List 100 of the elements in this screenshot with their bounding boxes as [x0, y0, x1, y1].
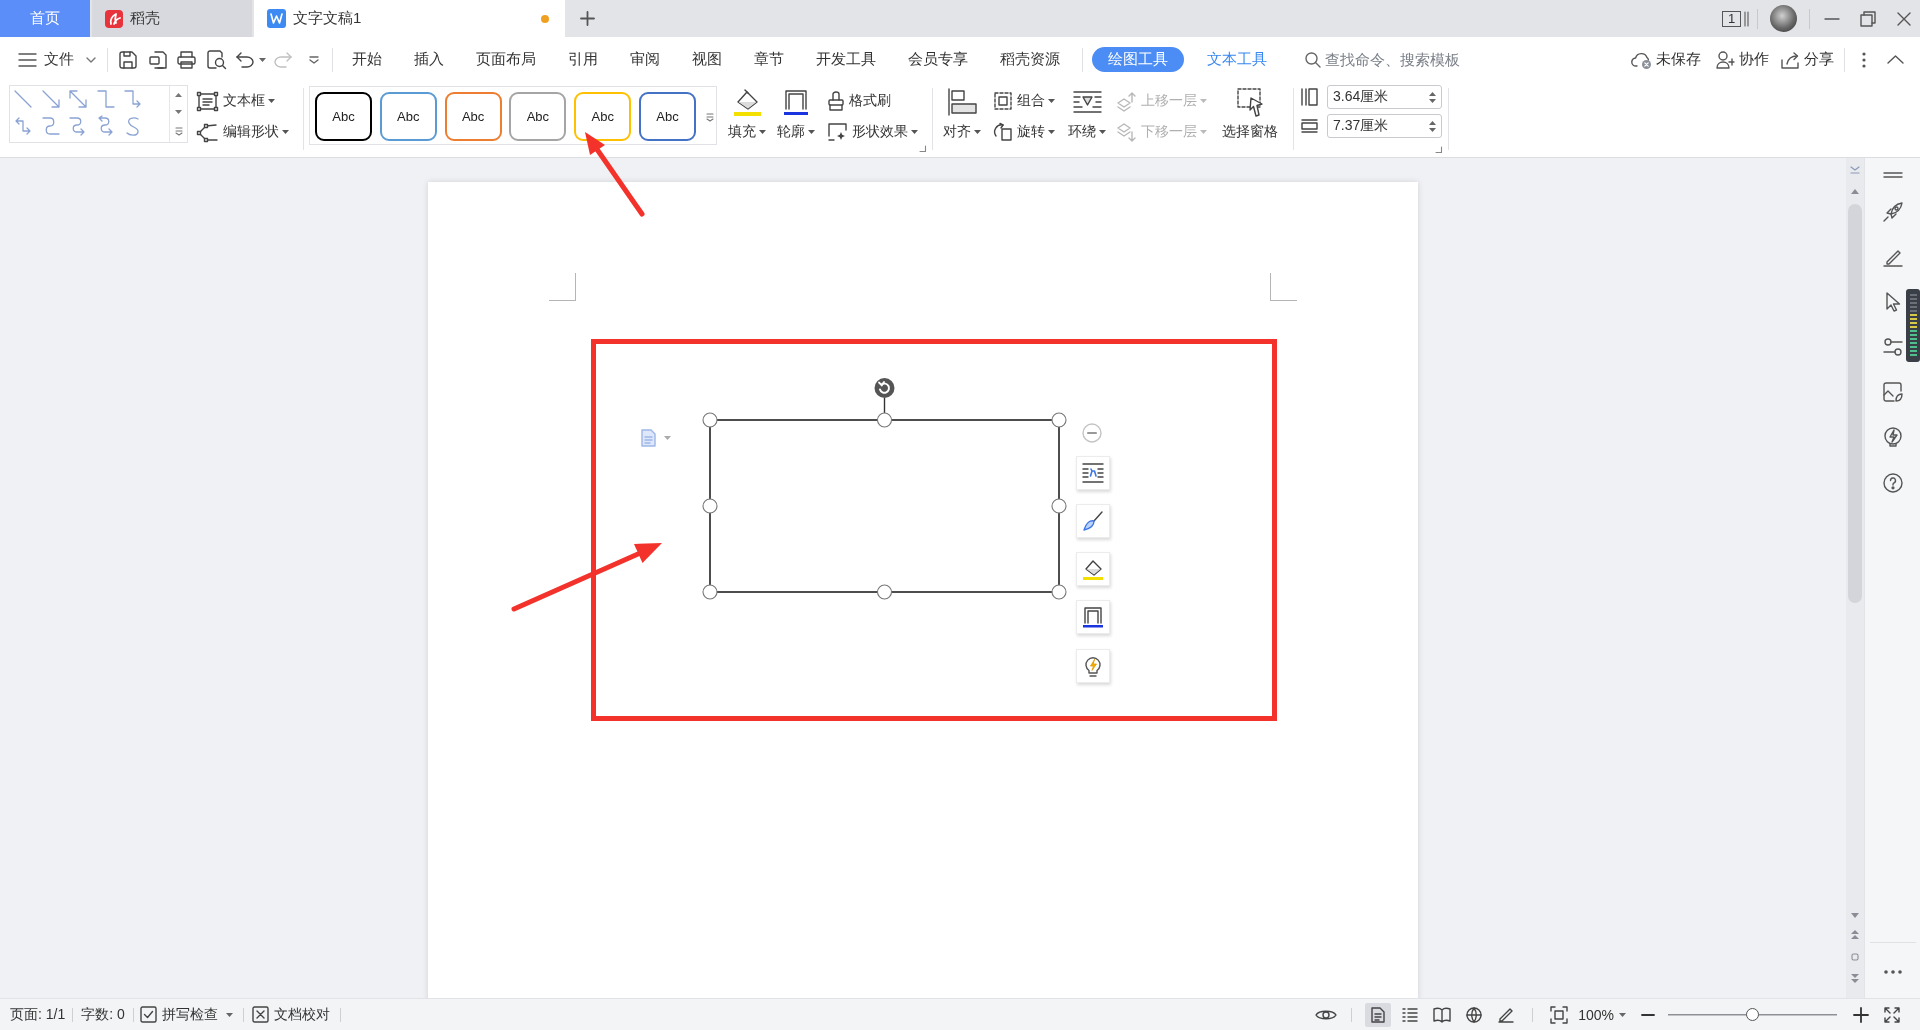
ribbon-tab[interactable]: 会员专享	[892, 45, 984, 74]
shape-style-button[interactable]: Abc	[444, 92, 502, 141]
chevron-bar-icon[interactable]	[1850, 166, 1860, 174]
double-up-arrow-icon[interactable]	[1851, 930, 1859, 939]
save-icon[interactable]	[119, 50, 137, 69]
smart-tools-button[interactable]	[1076, 649, 1110, 683]
rectangle-shape[interactable]	[709, 419, 1060, 593]
more-horizontal-icon[interactable]	[1882, 970, 1903, 974]
undo-icon[interactable]	[236, 51, 254, 68]
small-square-icon[interactable]	[1851, 953, 1859, 961]
shape-style-button[interactable]: Abc	[574, 92, 632, 141]
rocket-icon[interactable]	[1882, 202, 1903, 222]
fit-page-icon[interactable]	[1550, 1005, 1569, 1024]
freeform-curve-icon[interactable]	[124, 117, 142, 135]
ribbon-tab[interactable]: 视图	[676, 45, 738, 74]
resize-handle[interactable]	[702, 584, 718, 600]
resize-handle[interactable]	[876, 412, 893, 428]
spinner-arrows-icon[interactable]	[1429, 119, 1436, 133]
ribbon-tab[interactable]: 插入	[398, 45, 460, 74]
shape-style-button[interactable]: Abc	[379, 92, 437, 141]
format-painter-button[interactable]: 格式刷	[828, 90, 918, 112]
zoom-level-button[interactable]: 100%	[1578, 1006, 1626, 1023]
save-status-button[interactable]: 未保存	[1631, 50, 1701, 69]
arrow-line-icon[interactable]	[41, 90, 60, 108]
scroll-down-icon[interactable]	[175, 110, 182, 114]
page-view-button[interactable]	[1365, 1002, 1392, 1027]
line-icon[interactable]	[14, 90, 32, 108]
rotate-handle[interactable]	[874, 378, 895, 414]
curved-connector-icon[interactable]	[41, 117, 60, 135]
ribbon-tab[interactable]: 审阅	[614, 45, 676, 74]
help-icon[interactable]	[1882, 473, 1903, 493]
ribbon-tab[interactable]: 页面布局	[460, 45, 552, 74]
vertical-scrollbar[interactable]	[1846, 158, 1864, 998]
shape-style-button[interactable]: Abc	[315, 92, 372, 141]
height-field[interactable]: 3.64厘米	[1327, 85, 1442, 109]
ribbon-tab[interactable]: 稻壳资源	[984, 45, 1076, 74]
scroll-down-icon[interactable]	[1851, 913, 1859, 918]
fullscreen-icon[interactable]	[1884, 1006, 1900, 1023]
elbow-arrow-icon[interactable]	[124, 90, 142, 108]
export-document-icon[interactable]	[149, 50, 167, 69]
restore-icon[interactable]	[1860, 10, 1876, 27]
bolt-bulb-icon[interactable]	[1882, 427, 1903, 447]
cursor-icon[interactable]	[1884, 292, 1901, 312]
shape-style-button[interactable]: Abc	[639, 92, 696, 141]
more-vertical-icon[interactable]	[1862, 51, 1866, 68]
resize-handle[interactable]	[1051, 412, 1067, 428]
curved-double-arrow-icon[interactable]	[96, 117, 115, 135]
dialog-launcher-icon[interactable]	[920, 146, 926, 152]
spinner-arrows-icon[interactable]	[1429, 90, 1436, 104]
level-meter-icon[interactable]	[1906, 289, 1920, 362]
user-avatar[interactable]	[1770, 5, 1797, 32]
edit-shape-button[interactable]: 编辑形状	[197, 121, 289, 143]
new-tab-icon[interactable]	[580, 11, 595, 26]
resize-handle[interactable]	[702, 498, 718, 514]
align-button[interactable]: 对齐	[943, 82, 981, 140]
outline-button[interactable]: 轮廓	[777, 82, 815, 140]
wrap-button[interactable]: 环绕	[1068, 82, 1106, 140]
drag-handle-icon[interactable]	[1882, 172, 1903, 178]
ribbon-tab[interactable]: 文本工具	[1191, 45, 1283, 74]
zoom-slider-thumb[interactable]	[1746, 1007, 1759, 1021]
ribbon-tab[interactable]: 引用	[552, 45, 614, 74]
zoom-out-icon[interactable]	[1642, 1013, 1654, 1016]
minus-circle-icon[interactable]	[1082, 423, 1102, 443]
brush-button[interactable]	[1076, 504, 1110, 538]
close-icon[interactable]	[1897, 11, 1911, 26]
expand-gallery-icon[interactable]	[174, 127, 183, 136]
ribbon-tab[interactable]: 开发工具	[800, 45, 892, 74]
search-field[interactable]: 查找命令、搜索模板	[1305, 51, 1475, 68]
image-leaf-icon[interactable]	[1882, 382, 1903, 402]
ribbon-tab[interactable]: 章节	[738, 45, 800, 74]
elbow-double-arrow-icon[interactable]	[14, 117, 32, 135]
fill-button[interactable]: 填充	[728, 82, 766, 140]
wrap-text-button[interactable]	[1076, 456, 1110, 490]
scroll-up-icon[interactable]	[1851, 189, 1859, 194]
group-button[interactable]: 组合	[994, 90, 1055, 112]
scroll-up-icon[interactable]	[175, 92, 182, 97]
shape-effects-button[interactable]: 形状效果	[828, 121, 918, 143]
width-field[interactable]: 7.37厘米	[1327, 114, 1442, 138]
resize-handle[interactable]	[1051, 584, 1067, 600]
tab[interactable]: 文字文稿1	[254, 0, 565, 37]
print-icon[interactable]	[177, 50, 196, 69]
share-button[interactable]: 分享	[1781, 50, 1834, 69]
resize-handle[interactable]	[702, 412, 718, 428]
resize-handle[interactable]	[1051, 498, 1067, 514]
curved-arrow-icon[interactable]	[69, 117, 87, 135]
collaborate-button[interactable]: 协作	[1716, 50, 1769, 69]
dialog-launcher-icon[interactable]	[1436, 147, 1442, 153]
tab[interactable]: 稻壳	[92, 0, 252, 37]
shape-style-button[interactable]: Abc	[509, 92, 567, 141]
customize-caret-icon[interactable]	[309, 55, 319, 64]
outline-button[interactable]	[1076, 600, 1110, 634]
expand-gallery-icon[interactable]	[705, 112, 714, 121]
sliders-icon[interactable]	[1882, 338, 1903, 356]
spell-check-button[interactable]: 拼写检查	[139, 1005, 233, 1024]
selection-pane-button[interactable]: 选择窗格	[1222, 82, 1278, 140]
fill-button[interactable]	[1076, 552, 1110, 586]
text-box-button[interactable]: 文本框	[197, 90, 289, 112]
rotate-button[interactable]: 旋转	[994, 121, 1055, 143]
proofread-button[interactable]: 文档校对	[251, 1005, 330, 1024]
file-menu-button[interactable]: 文件	[0, 50, 96, 69]
